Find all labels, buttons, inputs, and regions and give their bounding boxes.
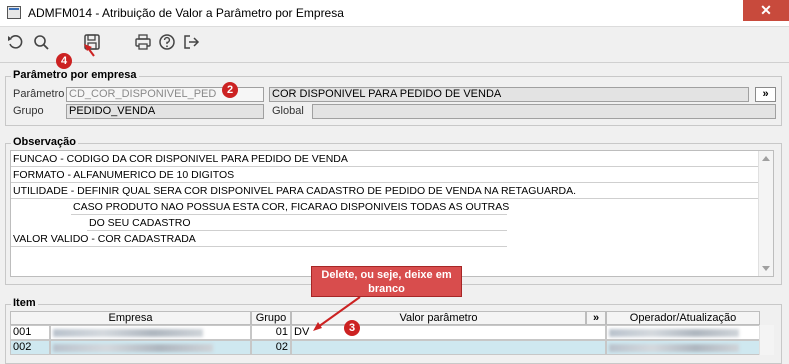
obs-line: DO SEU CADASTRO xyxy=(87,215,507,231)
col-empresa-header[interactable]: Empresa xyxy=(10,311,251,325)
annotation-callout: Delete, ou seje, deixe em branco xyxy=(311,266,462,297)
blurred-text xyxy=(53,329,203,337)
annotation-badge-4: 4 xyxy=(56,53,72,69)
operador-cell xyxy=(606,325,760,340)
obs-textarea[interactable]: FUNCAO - CODIGO DA COR DISPONIVEL PARA P… xyxy=(10,150,774,277)
window-title: ADMFM014 - Atribuição de Valor a Parâmet… xyxy=(28,6,344,20)
obs-group-title: Observação xyxy=(11,136,78,148)
grupo-label: Grupo xyxy=(13,105,44,117)
empresa-code-cell[interactable]: 001 xyxy=(10,325,50,340)
exit-icon[interactable] xyxy=(181,32,201,52)
print-icon[interactable] xyxy=(133,32,153,52)
obs-scrollbar[interactable] xyxy=(758,151,773,276)
title-bar: ADMFM014 - Atribuição de Valor a Parâmet… xyxy=(0,0,789,27)
obs-line: VALOR VALIDO - COR CADASTRADA xyxy=(11,231,507,247)
col-operador-header[interactable]: Operador/Atualização xyxy=(606,311,760,325)
col-more-button[interactable]: » xyxy=(586,311,606,325)
empresa-name-cell xyxy=(50,325,251,340)
obs-line: CASO PRODUTO NAO POSSUA ESTA COR, FICARA… xyxy=(71,201,510,215)
col-grupo-header[interactable]: Grupo xyxy=(251,311,291,325)
scroll-up-icon[interactable] xyxy=(762,156,770,161)
param-description-field: COR DISPONIVEL PARA PEDIDO DE VENDA xyxy=(269,87,749,102)
grupo-cell[interactable]: 02 xyxy=(251,340,291,355)
blurred-text xyxy=(609,329,739,337)
annotation-badge-2: 2 xyxy=(222,82,238,98)
param-lookup-button[interactable]: » xyxy=(755,87,776,102)
col-valor-header[interactable]: Valor parâmetro xyxy=(291,311,586,325)
toolbar xyxy=(0,27,789,59)
empresa-code-cell[interactable]: 002 xyxy=(10,340,50,355)
save-icon[interactable] xyxy=(82,32,102,52)
operador-cell xyxy=(606,340,760,355)
obs-line: FORMATO - ALFANUMERICO DE 10 DIGITOS xyxy=(11,167,759,183)
item-group-title: Item xyxy=(11,297,38,309)
blurred-text xyxy=(609,344,739,352)
valor-cell[interactable] xyxy=(291,340,606,355)
item-grid: Empresa Grupo Valor parâmetro » Operador… xyxy=(10,311,774,360)
blurred-text xyxy=(53,344,213,352)
help-icon[interactable] xyxy=(157,32,177,52)
undo-icon[interactable] xyxy=(6,32,26,52)
valor-cell[interactable]: DV xyxy=(291,325,606,340)
grupo-cell[interactable]: 01 xyxy=(251,325,291,340)
grupo-field: PEDIDO_VENDA xyxy=(66,104,264,119)
scroll-down-icon[interactable] xyxy=(762,266,770,271)
search-icon[interactable] xyxy=(31,32,51,52)
obs-line: UTILIDADE - DEFINIR QUAL SERA COR DISPON… xyxy=(11,183,759,199)
obs-line: FUNCAO - CODIGO DA COR DISPONIVEL PARA P… xyxy=(11,151,759,167)
close-button[interactable]: ✕ xyxy=(743,0,789,21)
param-label: Parâmetro xyxy=(13,88,65,100)
empresa-name-cell xyxy=(50,340,251,355)
toolbar-separator xyxy=(0,62,789,63)
annotation-badge-3: 3 xyxy=(344,320,360,336)
grid-scrollbar[interactable] xyxy=(759,325,774,355)
app-window-icon xyxy=(7,6,21,19)
global-label: Global xyxy=(272,105,304,117)
param-group-title: Parâmetro por empresa xyxy=(11,69,139,81)
global-field xyxy=(312,104,776,119)
